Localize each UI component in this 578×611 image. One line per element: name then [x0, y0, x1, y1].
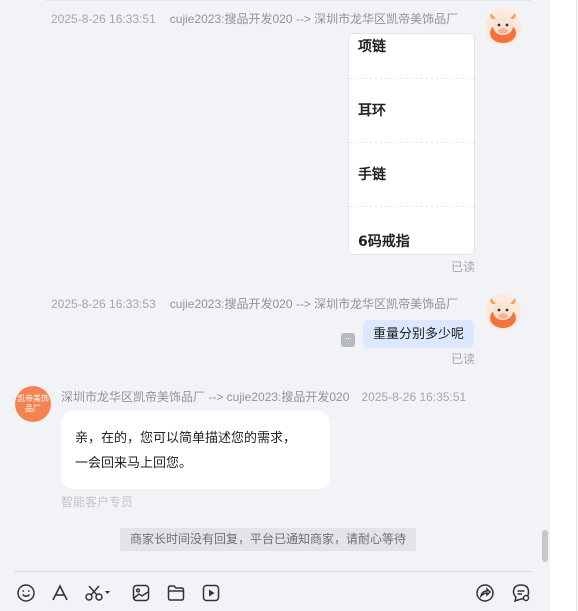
read-status: 已读 — [451, 260, 476, 274]
chat-settings-icon[interactable] — [511, 583, 531, 603]
read-status: 已读 — [451, 352, 476, 366]
message-route: cujie2023:搜品开发020 --> 深圳市龙华区凯帝美饰品厂 — [169, 12, 459, 26]
product-name: 耳环 — [358, 103, 386, 119]
message-timestamp: 2025-8-26 16:33:51 — [51, 12, 156, 26]
message-timestamp: 2025-8-26 16:35:51 — [361, 390, 467, 404]
product-item[interactable]: 手链 — [349, 143, 474, 207]
product-item[interactable]: 6码戒指 — [349, 207, 474, 254]
panel-border — [576, 0, 577, 611]
product-name: 项链 — [358, 39, 386, 55]
message-route: cujie2023:搜品开发020 --> 深圳市龙华区凯帝美饰品厂 — [169, 297, 459, 311]
shop-avatar[interactable]: 凯帝美饰品厂 — [15, 386, 51, 422]
sent-message-bubble: 重量分别多少呢 — [363, 320, 475, 348]
message-meta: 2025-8-26 16:33:53 cujie2023:搜品开发020 --> … — [51, 295, 458, 312]
folder-icon[interactable] — [166, 583, 186, 603]
font-icon[interactable] — [50, 583, 70, 603]
product-item[interactable]: 耳环 — [349, 79, 474, 143]
scissors-icon[interactable] — [84, 583, 112, 603]
scrollbar-thumb[interactable] — [542, 530, 548, 562]
more-options-icon[interactable]: ··· — [341, 333, 355, 347]
user-avatar[interactable] — [485, 294, 521, 330]
cow-avatar-icon — [490, 13, 516, 43]
product-item[interactable]: 项链 — [349, 34, 474, 79]
product-name: 手链 — [358, 167, 386, 183]
product-name: 6码戒指 — [358, 234, 410, 250]
top-divider — [46, 0, 532, 1]
cow-avatar-icon — [490, 298, 516, 328]
image-icon[interactable] — [131, 583, 151, 603]
video-icon[interactable] — [201, 583, 221, 603]
received-message-bubble: 亲，在的，您可以简单描述您的需求， 一会回来马上回您。 — [61, 411, 330, 489]
scroll-track[interactable] — [550, 0, 578, 611]
message-meta: 深圳市龙华区凯帝美饰品厂 --> cujie2023:搜品开发020 2025-8… — [61, 388, 466, 405]
message-timestamp: 2025-8-26 16:33:53 — [51, 297, 156, 311]
product-list-card[interactable]: 项链 耳环 手链 6码戒指 — [348, 33, 475, 255]
emoji-icon[interactable] — [16, 583, 36, 603]
message-meta: 2025-8-26 16:33:51 cujie2023:搜品开发020 --> … — [51, 10, 458, 27]
message-line: 一会回来马上回您。 — [75, 455, 193, 470]
message-route: 深圳市龙华区凯帝美饰品厂 --> cujie2023:搜品开发020 — [61, 390, 350, 404]
message-line: 亲，在的，您可以简单描述您的需求， — [75, 430, 297, 445]
user-avatar[interactable] — [485, 9, 521, 45]
share-icon[interactable] — [475, 583, 495, 603]
system-notice: 商家长时间没有回复，平台已通知商家，请耐心等待 — [120, 528, 416, 551]
agent-label: 智能客户专员 — [61, 495, 134, 509]
toolbar-divider — [14, 571, 532, 572]
